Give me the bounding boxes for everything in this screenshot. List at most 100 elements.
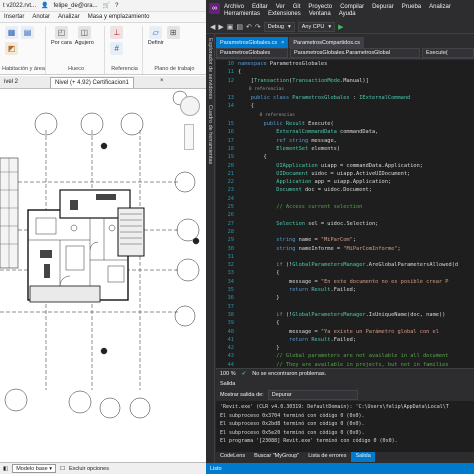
codelens-hint[interactable]: 0 referencias	[238, 113, 295, 118]
code-line[interactable]: 21 UIDocument uidoc = uiapp.ActiveUIDocu…	[216, 170, 458, 178]
close-view-icon[interactable]: ×	[160, 78, 164, 84]
forward-icon[interactable]: ▶	[218, 23, 223, 31]
por-cara-button[interactable]: ◰ Por cara	[51, 26, 72, 46]
code-line[interactable]: 44 // They are available in projects, bu…	[216, 361, 458, 368]
navigation-bar[interactable]	[184, 124, 194, 150]
menu-extensiones[interactable]: Extensiones	[268, 11, 301, 17]
tab-codelens[interactable]: CodeLens	[216, 452, 250, 462]
code-line[interactable]: 20 UIApplication uiapp = commandData.App…	[216, 162, 458, 170]
code-line[interactable]: 26	[216, 211, 458, 219]
code-line[interactable]: 39 {	[216, 319, 458, 327]
code-editor[interactable]: 10 namespace ParametrosGlobales 11{12 [Tra…	[216, 60, 474, 368]
ribbon-tab-masa[interactable]: Masa y emplazamiento	[88, 14, 150, 22]
code-line[interactable]: 27 Selection sel = uidoc.Selection;	[216, 220, 458, 228]
menu-git[interactable]: Git	[293, 4, 301, 10]
ribbon-tab-anotar[interactable]: Anotar	[32, 14, 50, 22]
view-tab-nivel2[interactable]: ivel 2	[0, 77, 22, 88]
output-source-select[interactable]: Depurar	[267, 390, 358, 400]
code-line[interactable]: 11 {	[216, 68, 458, 76]
code-line[interactable]: 0 referencias	[216, 111, 458, 120]
zoom-level[interactable]: 100 %	[220, 371, 236, 377]
menu-ayuda[interactable]: Ayuda	[339, 11, 356, 17]
grid-icon[interactable]: #	[110, 42, 124, 55]
code-line[interactable]: 32 if (!GlobalParametersManager.AreGloba…	[216, 261, 458, 269]
ribbon-tab-insertar[interactable]: Insertar	[4, 14, 24, 22]
code-line[interactable]: 42 }	[216, 344, 458, 352]
code-line[interactable]: 12 [Transaction(TransactionMode.Manual)]	[216, 77, 458, 85]
menu-analizar[interactable]: Analizar	[429, 4, 451, 10]
issues-status[interactable]: No se encontraron problemas.	[252, 371, 326, 377]
save-icon[interactable]: ▤	[236, 23, 243, 31]
new-file-icon[interactable]: ▣	[227, 23, 234, 31]
code-line[interactable]: 14 {	[216, 102, 458, 110]
toolbox-tab[interactable]: Cuadro de herramientas	[207, 105, 213, 164]
tab-error-list[interactable]: Lista de errores	[304, 452, 351, 462]
code-line[interactable]: 25 // Access current selection	[216, 203, 458, 211]
definir-button[interactable]: ▱ Definir	[148, 26, 164, 46]
user-icon[interactable]: 👤	[41, 2, 48, 9]
back-icon[interactable]: ◀	[210, 23, 215, 31]
undo-icon[interactable]: ↶	[246, 23, 252, 31]
code-line[interactable]: 43 // Global parameters are not availabl…	[216, 352, 458, 360]
tab-find-results[interactable]: Buscar "MyGroup"	[250, 452, 304, 462]
ribbon-tab-analizar[interactable]: Analizar	[58, 14, 80, 22]
model-selector[interactable]: Modelo base ▾	[12, 464, 56, 473]
class-nav-select[interactable]: ParametrosGlobales.ParametrosGlobal	[290, 48, 420, 58]
menu-ver[interactable]: Ver	[276, 4, 285, 10]
redo-icon[interactable]: ↷	[255, 23, 261, 31]
menu-proyecto[interactable]: Proyecto	[308, 4, 332, 10]
code-line[interactable]: 41 return Result.Failed;	[216, 336, 458, 344]
code-line[interactable]: 40 message = "Ya existe un Parámetro glo…	[216, 328, 458, 336]
code-line[interactable]: 37	[216, 303, 458, 311]
code-line[interactable]: 22 Application app = uiapp.Application;	[216, 178, 458, 186]
tab-parametros-globales[interactable]: ParametrosGlobales.cs ×	[216, 37, 289, 48]
platform-select[interactable]: Any CPU ▾	[297, 21, 336, 32]
configuration-select[interactable]: Debug ▾	[263, 21, 295, 32]
code-line[interactable]: 31	[216, 253, 458, 261]
code-line[interactable]: 17 ref string message,	[216, 137, 458, 145]
code-line[interactable]: 35 return Result.Failed;	[216, 286, 458, 294]
start-icon[interactable]: ▶	[338, 23, 343, 31]
checkbox-icon[interactable]: ☐	[60, 466, 65, 472]
code-line[interactable]: 33 {	[216, 269, 458, 277]
code-line[interactable]: 30 string nameInforme = "MiParComInforme…	[216, 245, 458, 253]
code-line[interactable]: 13 public class ParametrosGlobales : IEx…	[216, 94, 458, 102]
tab-output[interactable]: Salida	[351, 452, 375, 462]
tab-parametros-compartidos[interactable]: ParametrosCompartidos.cs	[289, 37, 365, 48]
code-line[interactable]: 16 ExternalCommandData commandData,	[216, 128, 458, 136]
menu-ventana[interactable]: Ventana	[309, 11, 331, 17]
help-icon[interactable]: ?	[115, 3, 118, 9]
code-line[interactable]: 29 string name = "MiParCom";	[216, 236, 458, 244]
menu-prueba[interactable]: Prueba	[402, 4, 421, 10]
code-line[interactable]: 15 public Result Execute(	[216, 120, 458, 128]
code-line[interactable]: 28	[216, 228, 458, 236]
menu-herramientas[interactable]: Herramientas	[224, 11, 260, 17]
code-line[interactable]: 18 ElementSet elements)	[216, 145, 458, 153]
menu-archivo[interactable]: Archivo	[224, 4, 244, 10]
code-line[interactable]: 19 {	[216, 153, 458, 161]
close-icon[interactable]: ×	[281, 40, 284, 46]
room-icon[interactable]: ▦	[5, 26, 18, 39]
revit-user-name[interactable]: felipe_de@ora...	[54, 3, 98, 9]
tag-icon[interactable]: ◩	[5, 42, 18, 55]
code-line[interactable]: 38 if (!GlobalParametersManager.IsUnique…	[216, 311, 458, 319]
area-icon[interactable]: ▤	[21, 26, 34, 39]
code-line[interactable]: 34 message = "En este documento no es po…	[216, 278, 458, 286]
show-workplane-icon[interactable]: ⊞	[166, 26, 180, 39]
drawing-canvas[interactable]	[0, 90, 206, 460]
member-nav-select[interactable]: Execute(	[422, 48, 474, 58]
cart-icon[interactable]: 🛒	[103, 2, 110, 9]
agujero-button[interactable]: ◫ Agujero	[75, 26, 94, 46]
server-explorer-tab[interactable]: Explorador de servidores	[207, 38, 213, 99]
menu-depurar[interactable]: Depurar	[372, 4, 394, 10]
view-cube[interactable]	[180, 96, 200, 116]
code-line[interactable]: 24	[216, 195, 458, 203]
code-line[interactable]: 0 referencias	[216, 85, 458, 94]
code-line[interactable]: 36 }	[216, 294, 458, 302]
code-line[interactable]: 23 Document doc = uidoc.Document;	[216, 186, 458, 194]
project-nav-select[interactable]: ParametrosGlobales	[216, 48, 288, 58]
menu-editar[interactable]: Editar	[252, 4, 268, 10]
level-icon[interactable]: ⊥	[110, 26, 124, 39]
code-line[interactable]: 10 namespace ParametrosGlobales	[216, 60, 458, 68]
view-tab-certificacion[interactable]: Nivel (+ 4.92) Certificacion1	[50, 77, 134, 88]
